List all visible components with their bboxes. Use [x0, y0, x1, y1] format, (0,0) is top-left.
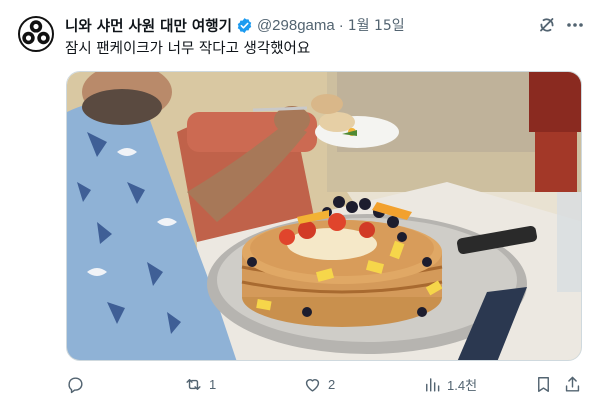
share-icon	[565, 376, 580, 392]
user-handle[interactable]: @298gama	[257, 17, 335, 34]
retweet-count: 1	[209, 376, 217, 392]
more-icon[interactable]	[565, 15, 585, 35]
views-button[interactable]: 1.4천	[422, 372, 477, 396]
like-count: 2	[328, 376, 336, 392]
views-icon	[426, 377, 440, 392]
bookmark-icon	[538, 376, 549, 392]
tweet-date[interactable]: 1월 15일	[348, 15, 405, 35]
tweet-text: 잠시 팬케이크가 너무 작다고 생각했어요	[65, 41, 311, 57]
like-button[interactable]: 2	[303, 372, 335, 396]
verified-badge-icon	[236, 17, 253, 34]
display-name[interactable]: 니와 샤먼 사원 대만 여행기	[65, 15, 232, 36]
like-icon	[305, 378, 320, 392]
views-count: 1.4천	[447, 377, 478, 393]
avatar[interactable]	[17, 15, 55, 53]
tweet-photo[interactable]	[66, 71, 582, 361]
reply-icon	[68, 376, 83, 393]
share-button[interactable]	[563, 372, 582, 396]
tweet-actions: 1 2 1.4천	[66, 372, 582, 396]
grok-icon[interactable]	[537, 15, 557, 35]
tweet[interactable]: 니와 샤먼 사원 대만 여행기 @298gama · 1월 15일 잠시 팬케이…	[0, 0, 599, 402]
reply-button[interactable]	[66, 372, 91, 396]
mon-crest-logo	[18, 16, 54, 52]
retweet-button[interactable]: 1	[184, 372, 216, 396]
retweet-icon	[186, 378, 201, 390]
tweet-header: 니와 샤먼 사원 대만 여행기 @298gama · 1월 15일	[65, 14, 405, 36]
separator-dot: ·	[338, 16, 344, 34]
bookmark-button[interactable]	[534, 372, 553, 396]
pancake-photo	[67, 72, 581, 360]
